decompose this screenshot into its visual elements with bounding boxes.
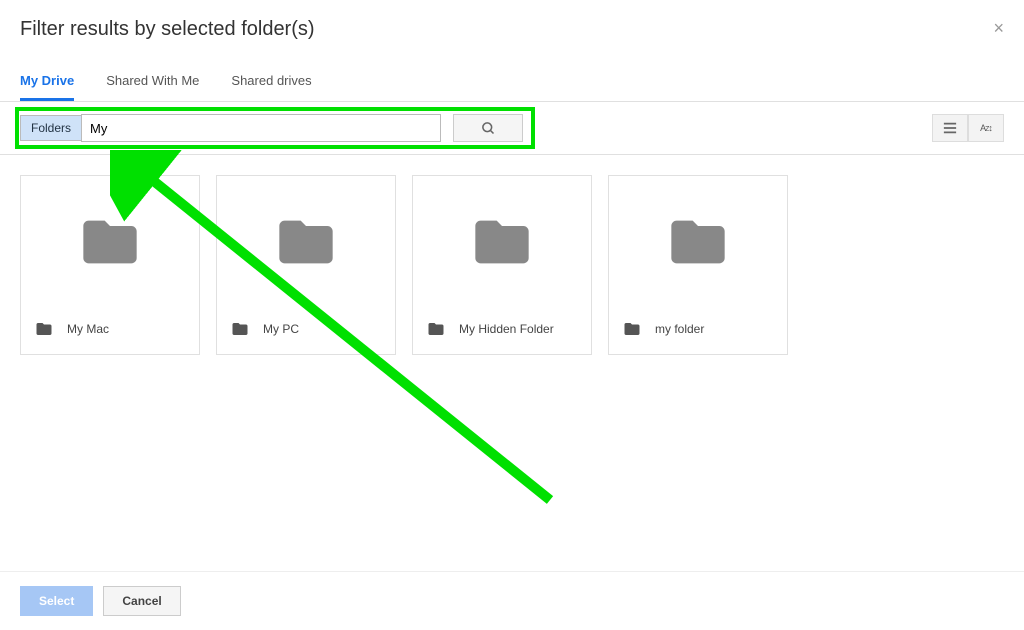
folder-card[interactable]: My PC — [216, 175, 396, 355]
folder-name: My PC — [263, 322, 299, 336]
toolbar: Folders AZ↕ — [0, 102, 1024, 155]
search-group: Folders — [20, 114, 523, 142]
list-view-button[interactable] — [932, 114, 968, 142]
sort-button[interactable]: AZ↕ — [968, 114, 1004, 142]
folder-small-icon — [35, 320, 53, 338]
dialog-title: Filter results by selected folder(s) — [20, 18, 1004, 41]
search-input[interactable] — [81, 114, 441, 142]
close-button[interactable]: × — [993, 18, 1004, 39]
folder-grid: My Mac My PC My Hidden Folder my folder — [0, 155, 1024, 375]
view-controls: AZ↕ — [932, 114, 1004, 142]
folder-thumb — [21, 176, 199, 308]
folder-label-row: My Mac — [21, 308, 199, 354]
folder-name: My Mac — [67, 322, 109, 336]
folder-card[interactable]: my folder — [608, 175, 788, 355]
sort-icon: AZ↕ — [980, 123, 992, 133]
folder-label-row: My Hidden Folder — [413, 308, 591, 354]
list-icon — [943, 121, 957, 135]
dialog-footer: Select Cancel — [0, 571, 1024, 630]
folder-icon — [78, 210, 142, 274]
search-icon — [481, 121, 496, 136]
folder-card[interactable]: My Hidden Folder — [412, 175, 592, 355]
folder-thumb — [609, 176, 787, 308]
folder-thumb — [217, 176, 395, 308]
folder-label-row: My PC — [217, 308, 395, 354]
tab-my-drive[interactable]: My Drive — [20, 63, 74, 101]
cancel-button[interactable]: Cancel — [103, 586, 180, 616]
folder-thumb — [413, 176, 591, 308]
folder-name: my folder — [655, 322, 704, 336]
folder-small-icon — [623, 320, 641, 338]
dialog-header: Filter results by selected folder(s) × — [0, 0, 1024, 53]
tab-shared-with-me[interactable]: Shared With Me — [106, 63, 199, 101]
search-button[interactable] — [453, 114, 523, 142]
folder-card[interactable]: My Mac — [20, 175, 200, 355]
folder-small-icon — [427, 320, 445, 338]
folder-icon — [470, 210, 534, 274]
tab-shared-drives[interactable]: Shared drives — [231, 63, 311, 101]
folder-label-row: my folder — [609, 308, 787, 354]
folder-name: My Hidden Folder — [459, 322, 554, 336]
filter-chip-folders[interactable]: Folders — [20, 115, 81, 141]
folder-icon — [274, 210, 338, 274]
folder-icon — [666, 210, 730, 274]
folder-small-icon — [231, 320, 249, 338]
select-button[interactable]: Select — [20, 586, 93, 616]
tab-bar: My Drive Shared With Me Shared drives — [0, 63, 1024, 102]
